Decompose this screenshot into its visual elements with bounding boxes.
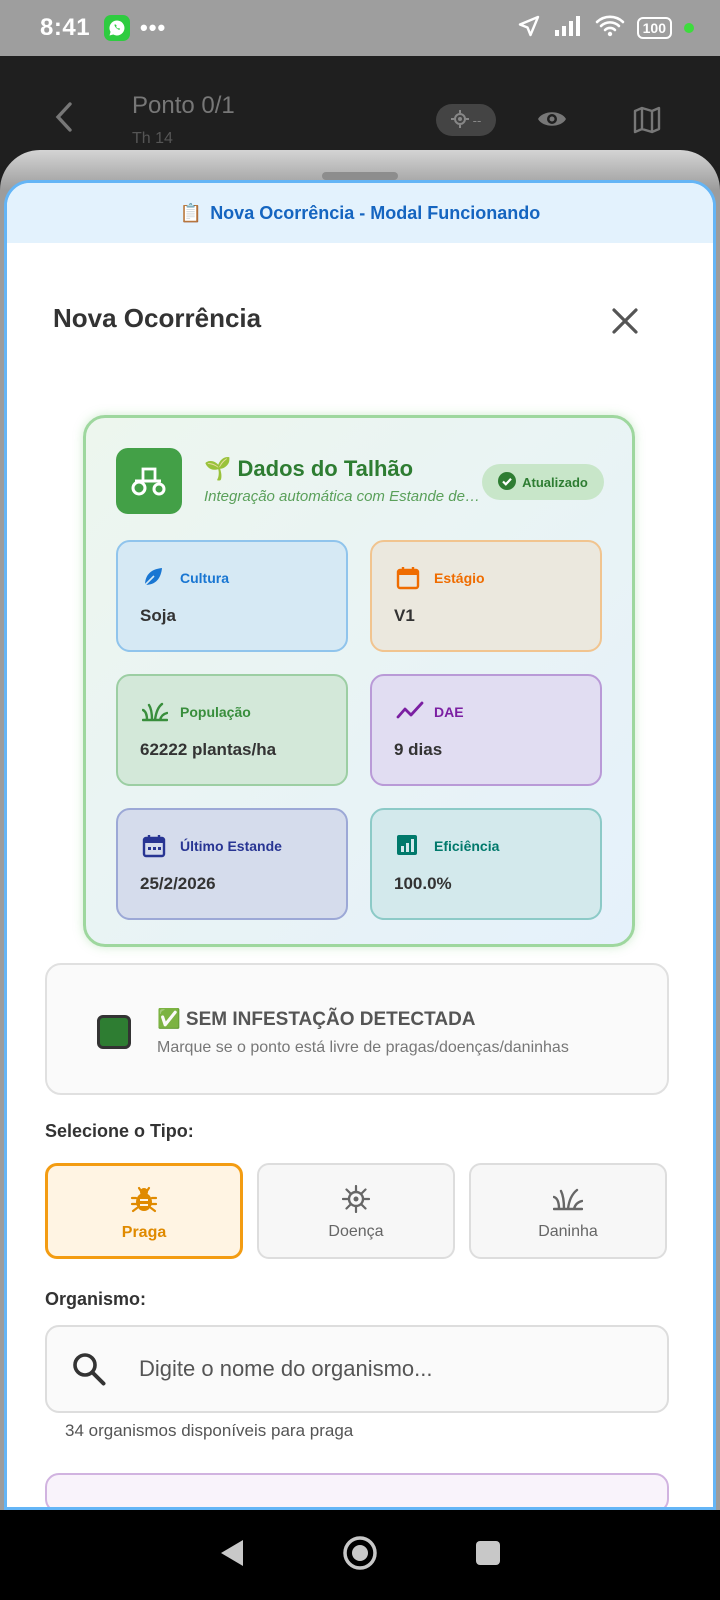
crosshair-icon [450, 109, 469, 131]
wifi-icon [595, 14, 625, 43]
close-icon[interactable] [611, 307, 639, 340]
field-data-title: 🌱 Dados do Talhão [204, 456, 414, 481]
type-section-label: Selecione o Tipo: [45, 1121, 194, 1141]
leaf-icon [142, 566, 164, 593]
tile-stage-label: Estágio [434, 570, 485, 586]
updated-badge-label: Atualizado [522, 474, 588, 490]
no-infestation-title: ✅ SEM INFESTAÇÃO DETECTADA [157, 1009, 476, 1030]
calendar-dots-icon [142, 834, 166, 863]
tile-population-label: População [180, 704, 251, 720]
tile-last-stand: Último Estande 25/2/2026 [116, 808, 348, 920]
nav-recents-icon[interactable] [474, 1539, 502, 1572]
tile-efficiency: Eficiência 100.0% [370, 808, 602, 920]
weed-icon [471, 1185, 665, 1211]
type-option-daninha-label: Daninha [538, 1223, 598, 1240]
field-data-card: 🌱 Dados do Talhão Integração automática … [83, 415, 635, 947]
modal-title: Nova Ocorrência [53, 303, 262, 333]
system-nav-bar [0, 1510, 720, 1600]
search-icon [71, 1351, 107, 1392]
occurrence-modal: 📋 Nova Ocorrência - Modal Funcionando No… [4, 180, 716, 1510]
tractor-icon [116, 448, 182, 514]
status-time: 8:41 [40, 14, 91, 41]
organism-count: 34 organismos disponíveis para praga [65, 1421, 354, 1440]
type-option-praga[interactable]: Praga [45, 1163, 243, 1259]
tile-stage-value: V1 [394, 606, 415, 625]
type-option-doenca[interactable]: Doença [257, 1163, 455, 1259]
gps-accuracy: -- [472, 112, 482, 128]
updated-badge: Atualizado [482, 464, 604, 500]
trend-line-icon [396, 700, 424, 725]
tile-culture: Cultura Soja [116, 540, 348, 652]
status-bar: 8:41 ••• 100 [0, 0, 720, 56]
tile-stage: Estágio V1 [370, 540, 602, 652]
tile-dae-value: 9 dias [394, 740, 443, 759]
tile-dae-label: DAE [434, 704, 464, 720]
nav-home-icon[interactable] [342, 1535, 378, 1576]
drag-handle[interactable] [322, 172, 398, 180]
battery-indicator: 100 [636, 17, 672, 39]
eye-icon[interactable] [536, 106, 568, 137]
gps-status-button[interactable]: -- [436, 104, 496, 136]
organism-search-input[interactable] [139, 1347, 639, 1391]
tile-last-stand-value: 25/2/2026 [140, 874, 216, 893]
virus-icon [259, 1185, 453, 1213]
whatsapp-icon [104, 15, 131, 41]
check-circle-icon [498, 471, 517, 493]
type-option-doenca-label: Doença [328, 1223, 384, 1240]
organism-search[interactable] [45, 1325, 669, 1413]
type-option-daninha[interactable]: Daninha [469, 1163, 667, 1259]
tile-population-value: 62222 plantas/ha [140, 740, 277, 759]
signal-icon [553, 15, 583, 42]
banner-text: Nova Ocorrência - Modal Funcionando [210, 202, 541, 223]
no-infestation-option[interactable]: ✅ SEM INFESTAÇÃO DETECTADA Marque se o p… [45, 963, 669, 1095]
organism-label: Organismo: [45, 1289, 147, 1309]
tile-culture-value: Soja [140, 606, 176, 625]
tile-population: População 62222 plantas/ha [116, 674, 348, 786]
calendar-icon [396, 566, 420, 595]
page-subtitle: Th 14 [132, 130, 173, 147]
tile-dae: DAE 9 dias [370, 674, 602, 786]
grass-icon [141, 700, 169, 727]
privacy-dot-icon [684, 23, 694, 33]
nav-back-icon[interactable] [218, 1538, 246, 1573]
field-data-subtitle: Integração automática com Estande de Pla… [204, 488, 484, 505]
back-arrow-icon[interactable] [50, 100, 80, 139]
clipboard-icon: 📋 [179, 202, 203, 223]
no-infestation-checkbox[interactable] [97, 1015, 131, 1049]
tile-efficiency-label: Eficiência [434, 838, 500, 854]
type-option-praga-label: Praga [121, 1224, 167, 1241]
notification-dots: ••• [140, 15, 167, 40]
tile-culture-label: Cultura [180, 570, 229, 586]
location-icon [517, 14, 541, 43]
bug-icon [48, 1186, 240, 1214]
next-section-card [45, 1473, 669, 1507]
bar-chart-icon [396, 834, 418, 861]
map-icon[interactable] [632, 106, 662, 139]
page-title: Ponto 0/1 [132, 92, 235, 119]
no-infestation-hint: Marque se o ponto está livre de pragas/d… [157, 1039, 569, 1056]
debug-banner: 📋 Nova Ocorrência - Modal Funcionando [7, 183, 713, 243]
tile-last-stand-label: Último Estande [180, 838, 282, 854]
tile-efficiency-value: 100.0% [394, 874, 452, 893]
